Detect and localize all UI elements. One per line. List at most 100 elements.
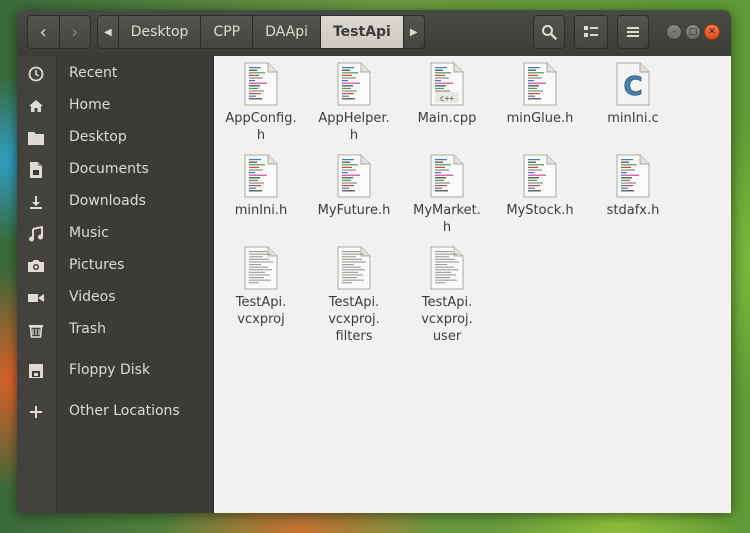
maximize-icon: □ <box>688 26 698 37</box>
document-icon <box>27 162 45 178</box>
minimize-icon: – <box>671 26 677 37</box>
sidebar-item-label: Desktop <box>69 129 127 145</box>
menu-button[interactable] <box>617 15 649 49</box>
sidebar: Recent Home Desktop Documents Downloads … <box>17 56 213 513</box>
code-file-icon <box>337 62 371 106</box>
file-name: TestApi. vcxproj <box>235 295 287 327</box>
file-item[interactable]: TestApi. vcxproj. filters <box>311 246 397 345</box>
triangle-left-icon: ◀ <box>104 26 112 38</box>
file-name: MyStock.h <box>506 203 574 218</box>
chevron-right-icon: › <box>71 21 79 43</box>
trash-icon <box>27 322 45 338</box>
nav-buttons: ‹ › <box>27 15 91 49</box>
minimize-button[interactable]: – <box>666 24 682 40</box>
sidebar-item-desktop[interactable]: Desktop <box>17 122 213 154</box>
file-item[interactable]: MyFuture.h <box>311 154 397 219</box>
code-file-icon <box>430 154 464 198</box>
file-manager-window: ‹ › ◀ Desktop CPP DAApi TestApi ▶ – □ ✕ … <box>17 10 731 513</box>
breadcrumb-label: Desktop <box>130 24 189 40</box>
breadcrumb: ◀ Desktop CPP DAApi TestApi ▶ <box>97 15 425 49</box>
sidebar-item-label: Videos <box>69 289 116 305</box>
file-item[interactable]: MyStock.h <box>497 154 583 219</box>
file-item[interactable]: AppHelper. h <box>311 62 397 144</box>
sidebar-item-trash[interactable]: Trash <box>17 314 213 346</box>
file-item[interactable]: minIni.h <box>218 154 304 219</box>
sidebar-item-downloads[interactable]: Downloads <box>17 186 213 218</box>
breadcrumb-label: DAApi <box>265 24 308 40</box>
sidebar-item-recent[interactable]: Recent <box>17 58 213 90</box>
c-label: C <box>623 72 642 102</box>
file-name: MyMarket. h <box>413 203 481 235</box>
sidebar-item-label: Downloads <box>69 193 146 209</box>
header-bar: ‹ › ◀ Desktop CPP DAApi TestApi ▶ – □ ✕ <box>17 10 731 56</box>
file-item[interactable]: C minIni.c <box>590 62 676 127</box>
video-icon <box>27 290 45 306</box>
sidebar-item-home[interactable]: Home <box>17 90 213 122</box>
text-file-icon <box>244 246 278 290</box>
back-button[interactable]: ‹ <box>28 16 60 48</box>
c-source-file-icon: C <box>616 62 650 106</box>
sidebar-item-floppy-disk[interactable]: Floppy Disk <box>17 355 213 387</box>
breadcrumb-item-cpp[interactable]: CPP <box>201 16 254 48</box>
file-item[interactable]: c++ Main.cpp <box>404 62 490 127</box>
close-button[interactable]: ✕ <box>704 24 720 40</box>
breadcrumb-item-desktop[interactable]: Desktop <box>119 16 202 48</box>
file-item[interactable]: stdafx.h <box>590 154 676 219</box>
breadcrumb-item-daapi[interactable]: DAApi <box>253 16 321 48</box>
file-name: AppHelper. h <box>318 111 390 143</box>
file-name: MyFuture.h <box>317 203 391 218</box>
file-name: TestApi. vcxproj. user <box>421 295 473 344</box>
breadcrumb-item-testapi[interactable]: TestApi <box>320 16 404 48</box>
sidebar-item-music[interactable]: Music <box>17 218 213 250</box>
folder-icon <box>27 130 45 146</box>
search-button[interactable] <box>533 15 565 49</box>
floppy-icon <box>27 363 45 379</box>
sidebar-item-label: Recent <box>69 65 118 81</box>
sidebar-item-other-locations[interactable]: Other Locations <box>17 396 213 428</box>
text-file-icon <box>337 246 371 290</box>
breadcrumb-left-arrow[interactable]: ◀ <box>98 16 119 48</box>
view-toggle-button[interactable] <box>574 15 608 49</box>
sidebar-item-pictures[interactable]: Pictures <box>17 250 213 282</box>
file-view: AppConfig. h AppHelper. h c++ Main.cpp min… <box>214 56 731 513</box>
code-file-icon <box>244 62 278 106</box>
file-name: minGlue.h <box>506 111 574 126</box>
code-file-icon <box>337 154 371 198</box>
download-icon <box>27 194 45 210</box>
home-icon <box>27 98 45 114</box>
file-name: minIni.c <box>607 111 659 126</box>
file-item[interactable]: MyMarket. h <box>404 154 490 236</box>
cpp-file-icon: c++ <box>430 62 464 106</box>
sidebar-item-label: Pictures <box>69 257 125 273</box>
cpp-label: c++ <box>440 94 455 103</box>
breadcrumb-label: TestApi <box>332 24 391 40</box>
search-icon <box>542 25 557 40</box>
file-item[interactable]: minGlue.h <box>497 62 583 127</box>
breadcrumb-right-arrow[interactable]: ▶ <box>404 16 424 48</box>
sidebar-item-label: Documents <box>69 161 149 177</box>
file-item[interactable]: AppConfig. h <box>218 62 304 144</box>
chevron-left-icon: ‹ <box>39 21 47 43</box>
hamburger-menu-icon <box>627 27 639 37</box>
maximize-button[interactable]: □ <box>685 24 701 40</box>
file-item[interactable]: TestApi. vcxproj <box>218 246 304 328</box>
file-name: stdafx.h <box>606 203 660 218</box>
sidebar-item-label: Trash <box>69 321 106 337</box>
clock-icon <box>27 66 45 82</box>
text-file-icon <box>430 246 464 290</box>
code-file-icon <box>523 62 557 106</box>
plus-icon <box>27 404 45 420</box>
forward-button[interactable]: › <box>60 16 91 48</box>
sidebar-item-label: Music <box>69 225 109 241</box>
file-name: Main.cpp <box>417 111 477 126</box>
sidebar-item-label: Home <box>69 97 111 113</box>
code-file-icon <box>244 154 278 198</box>
code-file-icon <box>616 154 650 198</box>
sidebar-item-label: Floppy Disk <box>69 362 151 378</box>
sidebar-item-documents[interactable]: Documents <box>17 154 213 186</box>
sidebar-item-videos[interactable]: Videos <box>17 282 213 314</box>
file-name: AppConfig. h <box>225 111 297 143</box>
file-item[interactable]: TestApi. vcxproj. user <box>404 246 490 345</box>
sidebar-item-label: Other Locations <box>69 403 180 419</box>
file-name: minIni.h <box>234 203 288 218</box>
